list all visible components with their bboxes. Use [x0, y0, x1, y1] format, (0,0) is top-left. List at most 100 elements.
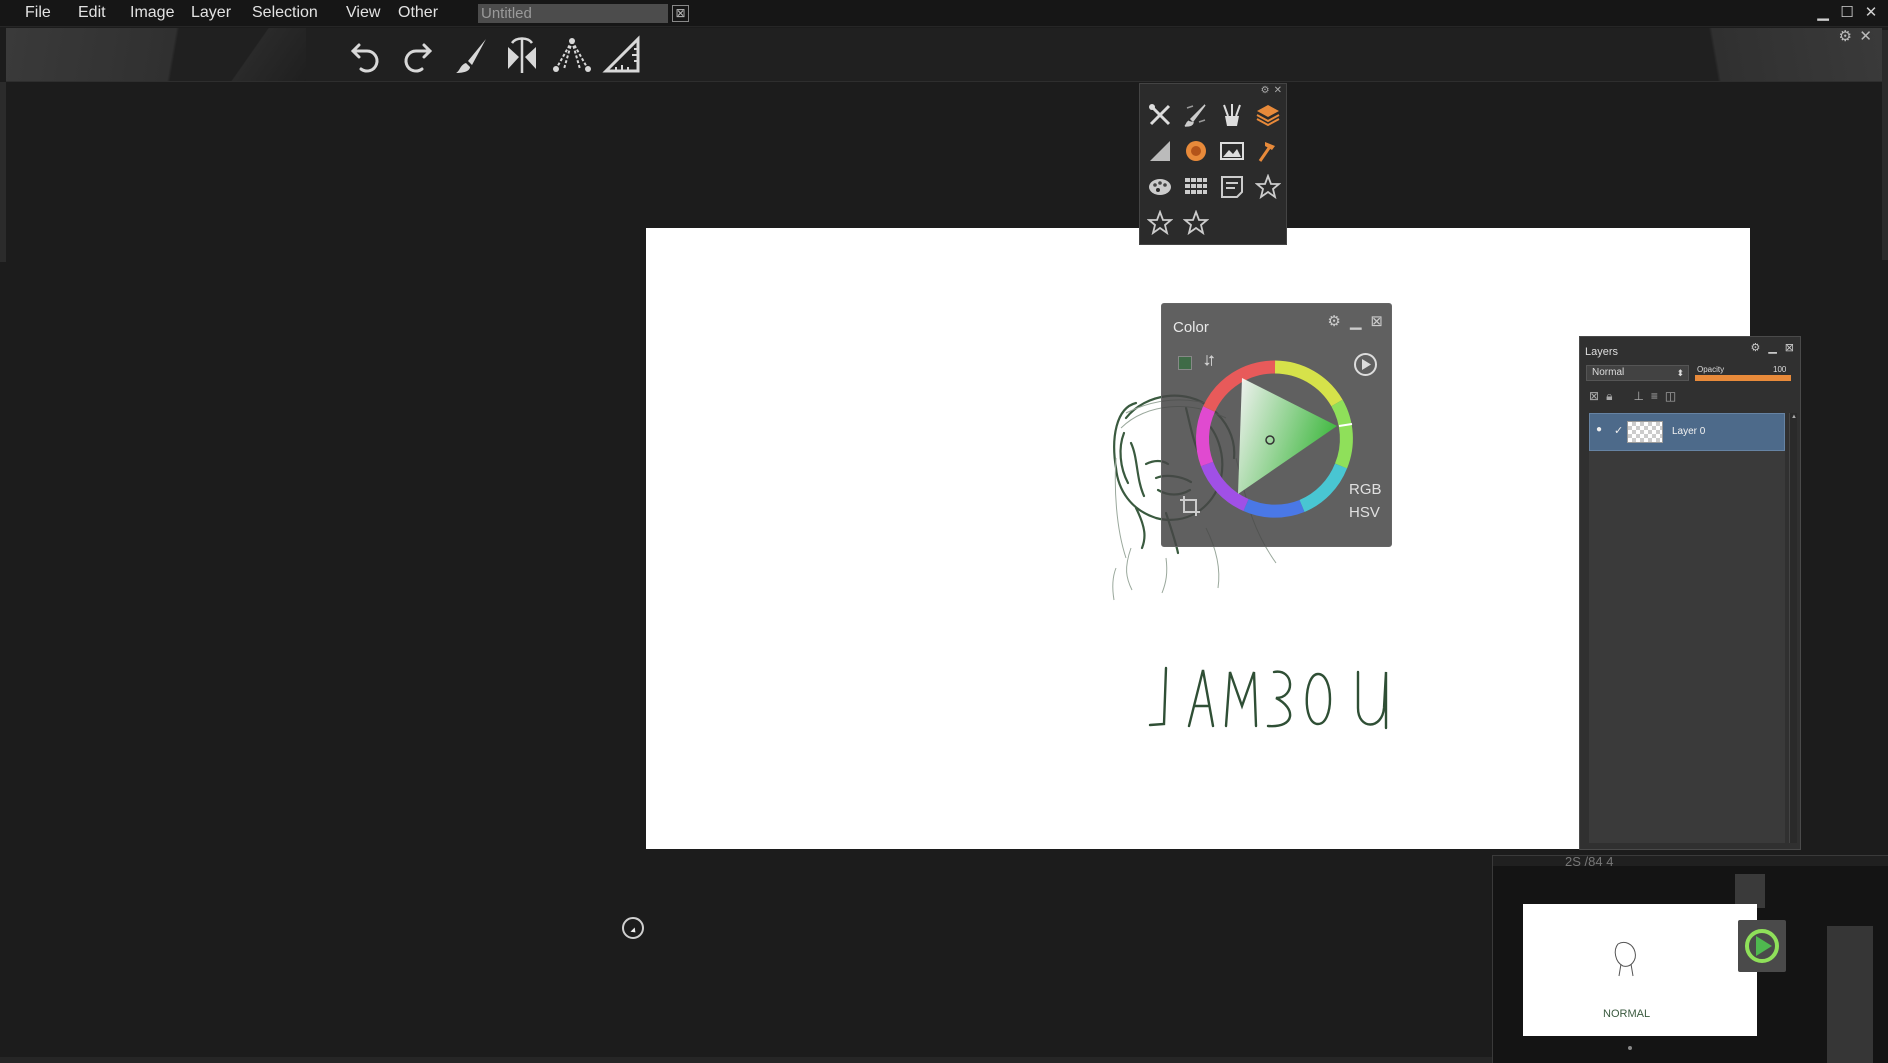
flatten-icon[interactable]: ≡: [1651, 389, 1658, 404]
minimize-window-icon[interactable]: ▁: [1814, 4, 1832, 22]
blend-mode-value: Normal: [1592, 367, 1625, 378]
hammer-button[interactable]: [1252, 135, 1284, 167]
navigator-layers-preview: [1827, 926, 1873, 1063]
color-panel-controls: ⚙ ▁ ⊠: [1327, 312, 1383, 330]
navigator-preview[interactable]: 2S /84 4 NORMAL: [1492, 855, 1888, 1063]
brush-settings-icon: [1184, 104, 1206, 127]
tool-panel-close-icon[interactable]: ✕: [1274, 85, 1282, 97]
undo-icon: [350, 43, 379, 73]
color-panel-minimize-icon[interactable]: ▁: [1350, 312, 1362, 330]
ruler-icon: [602, 35, 640, 73]
layers-panel: Layers ⚙ ▁ ⊠ Normal ⬍ Opacity 100 ⊠ 🔒︎ ⊥…: [1579, 336, 1801, 850]
close-window-icon[interactable]: ✕: [1862, 4, 1880, 22]
handwritten-text: [1148, 666, 1388, 730]
color-panel-title: Color: [1173, 319, 1209, 336]
hsv-mode-toggle[interactable]: HSV: [1349, 504, 1380, 521]
menu-layer[interactable]: Layer: [191, 4, 231, 22]
image-icon: [1220, 142, 1244, 160]
favorite-slot-3-button[interactable]: [1180, 207, 1212, 239]
close-document-icon[interactable]: ⊠: [672, 5, 689, 22]
notes-icon: [1221, 176, 1243, 198]
perspective-icon: [553, 38, 591, 72]
tools-button[interactable]: [1144, 99, 1176, 131]
tool-panel: ⚙ ✕: [1139, 83, 1287, 245]
layer-row[interactable]: ● ✓ Layer 0: [1589, 413, 1785, 451]
pointer-cursor: [622, 917, 644, 939]
maximize-window-icon[interactable]: ☐: [1838, 4, 1856, 22]
notes-button[interactable]: [1216, 171, 1248, 203]
rgb-mode-toggle[interactable]: RGB: [1349, 481, 1382, 498]
menu-image[interactable]: Image: [130, 4, 174, 22]
navigator-tool-panel-preview: [1735, 874, 1765, 908]
layers-toggle-button[interactable]: [1252, 99, 1284, 131]
color-toggle-button[interactable]: [1180, 135, 1212, 167]
toolbar-decoration-right: [1582, 28, 1882, 81]
layer-check-icon[interactable]: ✓: [1614, 424, 1623, 437]
perspective-button[interactable]: [551, 32, 593, 78]
star-icon: [1255, 174, 1281, 200]
star-icon: [1147, 210, 1173, 236]
opacity-value: 100: [1773, 365, 1787, 374]
menu-edit[interactable]: Edit: [78, 4, 106, 22]
undo-button[interactable]: [346, 32, 388, 78]
toolbar-settings-icon[interactable]: ⚙: [1839, 28, 1852, 45]
redo-button[interactable]: [395, 32, 437, 78]
bottom-status-strip: [0, 1057, 1492, 1063]
gradient-button[interactable]: [1144, 135, 1176, 167]
layer-properties-icon[interactable]: ◫: [1665, 389, 1676, 404]
merge-down-icon[interactable]: ⊥: [1633, 389, 1643, 404]
opacity-slider[interactable]: [1695, 375, 1791, 381]
tool-panel-settings-icon[interactable]: ⚙: [1261, 85, 1270, 97]
scroll-up-icon[interactable]: ▲: [1790, 414, 1798, 420]
favorite-slot-2-button[interactable]: [1144, 207, 1176, 239]
color-panel-close-icon[interactable]: ⊠: [1370, 312, 1383, 330]
layers-panel-controls: ⚙ ▁ ⊠: [1750, 341, 1794, 354]
blend-mode-arrow-icon: ⬍: [1676, 368, 1684, 378]
menu-other[interactable]: Other: [398, 4, 438, 22]
menu-selection[interactable]: Selection: [252, 4, 318, 22]
palette-button[interactable]: [1144, 171, 1176, 203]
navigator-zoom-text: 2S /84 4: [1565, 854, 1614, 869]
palette-icon: [1149, 179, 1171, 195]
left-panel-edge[interactable]: [0, 82, 6, 262]
star-icon: [1183, 210, 1209, 236]
document-title[interactable]: Untitled: [478, 4, 668, 23]
layer-visibility-icon[interactable]: ●: [1596, 424, 1602, 435]
wrench-screwdriver-icon: [1149, 104, 1171, 126]
ruler-button[interactable]: [601, 32, 643, 78]
crop-icon[interactable]: [1178, 494, 1202, 518]
brush-library-button[interactable]: [1216, 99, 1248, 131]
color-circle-icon: [1186, 141, 1206, 161]
swatches-button[interactable]: [1180, 171, 1212, 203]
menu-file[interactable]: File: [25, 4, 51, 22]
toolbar-close-icon[interactable]: ✕: [1859, 28, 1872, 45]
brush-pot-icon: [1223, 104, 1241, 126]
layers-stack-icon: [1256, 105, 1280, 127]
navigator-cursor: [1628, 1046, 1632, 1050]
opacity-slider-fill: [1695, 375, 1791, 381]
color-wheel[interactable]: [1190, 354, 1360, 524]
navigator-sketch: NORMAL: [1603, 941, 1650, 1020]
layer-list: ● ✓ Layer 0: [1589, 413, 1785, 843]
menu-view[interactable]: View: [346, 4, 380, 22]
toolbar: ⚙ ✕: [6, 28, 1882, 82]
favorite-slot-1-button[interactable]: [1252, 171, 1284, 203]
brush-icon: [456, 39, 486, 73]
hammer-icon: [1258, 142, 1275, 162]
redo-icon: [404, 43, 433, 73]
blend-mode-select[interactable]: Normal ⬍: [1586, 365, 1689, 381]
layers-minimize-icon[interactable]: ▁: [1768, 341, 1776, 354]
brush-settings-button[interactable]: [1180, 99, 1212, 131]
color-panel-settings-icon[interactable]: ⚙: [1327, 312, 1340, 330]
reference-image-button[interactable]: [1216, 135, 1248, 167]
symmetry-button[interactable]: [501, 32, 543, 78]
layers-close-icon[interactable]: ⊠: [1785, 341, 1794, 354]
layer-scrollbar[interactable]: ▲: [1789, 413, 1797, 843]
navigator-canvas-text: NORMAL: [1603, 1008, 1650, 1020]
right-panel-edge[interactable]: [1882, 30, 1888, 260]
layers-settings-icon[interactable]: ⚙: [1750, 341, 1760, 354]
navigator-color-panel-preview: [1738, 920, 1786, 972]
brush-button[interactable]: [451, 32, 493, 78]
lock-icon[interactable]: 🔒︎: [1606, 389, 1612, 404]
alpha-lock-icon[interactable]: ⊠: [1589, 389, 1599, 404]
